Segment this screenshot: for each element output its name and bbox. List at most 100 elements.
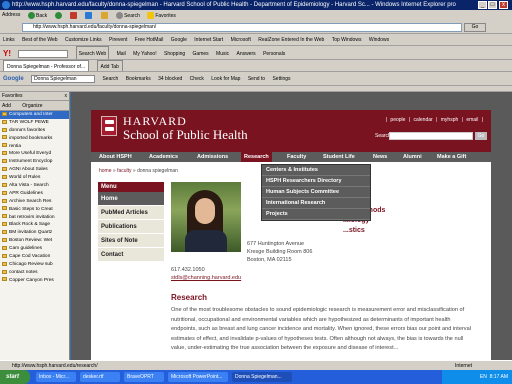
top-links[interactable]: | people | calendar | myhsph | email | bbox=[386, 117, 483, 123]
favorites-item[interactable]: Computers and Inter bbox=[0, 111, 69, 119]
links-item[interactable]: Free HotMail bbox=[135, 34, 164, 45]
breadcrumb-home[interactable]: home bbox=[99, 168, 112, 174]
favorites-item[interactable]: Cape Cod Vacation bbox=[0, 253, 69, 261]
yahoo-search-input[interactable] bbox=[18, 50, 69, 58]
close-icon[interactable]: x bbox=[499, 1, 508, 9]
favorites-item[interactable]: Cam guidelines bbox=[0, 245, 69, 253]
games-item[interactable]: Games bbox=[193, 47, 209, 59]
favorites-item[interactable]: Black Rock & Sage bbox=[0, 221, 69, 229]
tab-current[interactable]: Donna Spiegelman - Professor of... bbox=[3, 60, 90, 71]
harvard-shield-icon[interactable] bbox=[101, 116, 117, 136]
personals-item[interactable]: Personals bbox=[263, 47, 285, 59]
links-item[interactable]: Microsoft bbox=[231, 34, 251, 45]
check-button[interactable]: Check bbox=[190, 72, 204, 85]
dropdown-item-centers[interactable]: Centers & Institutes bbox=[262, 165, 370, 176]
links-item[interactable]: Internet Start bbox=[194, 34, 223, 45]
favorites-item[interactable]: World of Rules bbox=[0, 174, 69, 182]
dropdown-item-human-subjects[interactable]: Human Subjects Committee bbox=[262, 187, 370, 198]
add-tab-button[interactable]: Add Tab bbox=[96, 60, 123, 71]
music-item[interactable]: Music bbox=[216, 47, 229, 59]
favorites-item[interactable]: APR Guidelines bbox=[0, 190, 69, 198]
email-link[interactable]: stdls@channing.harvard.edu bbox=[171, 275, 241, 281]
menu-item-sites[interactable]: Sites of Note bbox=[98, 234, 164, 248]
site-go-button[interactable]: Go bbox=[475, 132, 487, 140]
menu-item-publications[interactable]: Publications bbox=[98, 220, 164, 234]
popup-blocked-item[interactable]: 34 blocked bbox=[158, 72, 182, 85]
dropdown-item-international[interactable]: International Research bbox=[262, 198, 370, 209]
favorites-item[interactable]: Archive Search Res bbox=[0, 198, 69, 206]
shopping-item[interactable]: Shopping bbox=[164, 47, 185, 59]
favorites-item[interactable]: rentia bbox=[0, 143, 69, 151]
links-item[interactable]: Top Windows bbox=[332, 34, 362, 45]
taskbar-item-active[interactable]: Donna Spiegelman... bbox=[232, 372, 292, 382]
taskbar-item[interactable]: BraveOPRT bbox=[124, 372, 164, 382]
favorites-item[interactable]: AGNI About Sales bbox=[0, 166, 69, 174]
send-to-button[interactable]: Send to bbox=[248, 72, 265, 85]
nav-faculty[interactable]: Faculty bbox=[287, 152, 306, 162]
nav-make-a-gift[interactable]: Make a Gift bbox=[437, 152, 466, 162]
links-item[interactable]: Links bbox=[3, 34, 15, 45]
maximize-icon[interactable]: □ bbox=[488, 1, 497, 9]
links-item[interactable]: Pirevent bbox=[109, 34, 127, 45]
taskbar-item[interactable]: Inbox - Micr... bbox=[36, 372, 76, 382]
nav-research[interactable]: Research bbox=[241, 152, 272, 162]
favorites-item[interactable]: Alta Vista - Search bbox=[0, 182, 69, 190]
links-item[interactable]: Windows bbox=[369, 34, 389, 45]
favorites-item[interactable]: Basic Steps to Creat bbox=[0, 206, 69, 214]
start-button[interactable]: start bbox=[0, 370, 30, 384]
favorites-item[interactable]: contact notes bbox=[0, 269, 69, 277]
organize-favorites-button[interactable]: Organize bbox=[22, 103, 42, 109]
nav-news[interactable]: News bbox=[373, 152, 387, 162]
nav-alumni[interactable]: Alumni bbox=[403, 152, 422, 162]
search-button[interactable]: Search bbox=[116, 12, 140, 19]
favorites-item[interactable]: Instrument Encyclop bbox=[0, 158, 69, 166]
links-item[interactable]: RealZone Entered In the Web bbox=[258, 34, 324, 45]
favorites-item[interactable]: Chicago Review sub bbox=[0, 261, 69, 269]
favorites-item[interactable]: imported bookmarks bbox=[0, 135, 69, 143]
forward-button[interactable] bbox=[54, 12, 63, 19]
site-search-input[interactable] bbox=[389, 132, 473, 140]
breadcrumb-faculty[interactable]: faculty bbox=[117, 168, 131, 174]
refresh-button[interactable] bbox=[85, 12, 93, 19]
favorites-item[interactable]: donna's favorites bbox=[0, 127, 69, 135]
dropdown-item-projects[interactable]: Projects bbox=[262, 209, 370, 220]
nav-admissions[interactable]: Admissions bbox=[197, 152, 228, 162]
sidebar-close-icon[interactable]: x bbox=[65, 92, 68, 101]
links-item[interactable]: Best of the Web bbox=[22, 34, 57, 45]
search-web-button[interactable]: Search Web bbox=[75, 46, 110, 59]
minimize-icon[interactable]: _ bbox=[478, 1, 487, 9]
google-search-button[interactable]: Search bbox=[102, 72, 118, 85]
google-search-input[interactable]: Donna Spiegelman bbox=[31, 75, 96, 83]
dropdown-item-directory[interactable]: HSPH Researchers Directory bbox=[262, 176, 370, 187]
language-indicator[interactable]: EN bbox=[480, 374, 487, 380]
favorites-item[interactable]: More Useful Everyd bbox=[0, 150, 69, 158]
lookup-button[interactable]: Look for Map bbox=[211, 72, 240, 85]
address-input[interactable]: http://www.hsph.harvard.edu/faculty/donn… bbox=[22, 23, 462, 32]
yahoo-logo-icon[interactable]: Y! bbox=[3, 47, 11, 59]
settings-button[interactable]: Settings bbox=[272, 72, 290, 85]
bookmarks-button[interactable]: Bookmarks bbox=[126, 72, 151, 85]
favorites-item[interactable]: Boston Review: Wet bbox=[0, 237, 69, 245]
yahoo-mail-item[interactable]: Mail bbox=[117, 47, 126, 59]
nav-academics[interactable]: Academics bbox=[149, 152, 178, 162]
links-item[interactable]: Customize Links bbox=[65, 34, 102, 45]
nav-about[interactable]: About HSPH bbox=[99, 152, 132, 162]
taskbar-item[interactable]: Microsoft PowerPoint... bbox=[168, 372, 228, 382]
favorites-item[interactable]: bat retrovirs invitation bbox=[0, 214, 69, 222]
go-button[interactable]: Go bbox=[464, 23, 486, 32]
menu-item-pubmed[interactable]: PubMed Articles bbox=[98, 206, 164, 220]
my-yahoo-item[interactable]: My Yahoo! bbox=[133, 47, 156, 59]
back-button[interactable]: Back bbox=[28, 12, 47, 19]
add-favorite-button[interactable]: Add bbox=[2, 103, 11, 109]
favorites-item[interactable]: TAR WOLF PEWE bbox=[0, 119, 69, 127]
favorites-item[interactable]: Copper Canyon Pres bbox=[0, 277, 69, 285]
stop-button[interactable] bbox=[69, 12, 78, 19]
nav-student-life[interactable]: Student Life bbox=[323, 152, 355, 162]
links-item[interactable]: Google bbox=[171, 34, 187, 45]
home-button[interactable] bbox=[100, 12, 109, 19]
menu-item-home[interactable]: Home bbox=[98, 192, 164, 206]
favorites-button[interactable]: Favorites bbox=[147, 12, 176, 19]
menu-item-contact[interactable]: Contact bbox=[98, 248, 164, 262]
favorites-item[interactable]: BM invitation Quartz bbox=[0, 229, 69, 237]
answers-item[interactable]: Answers bbox=[237, 47, 256, 59]
